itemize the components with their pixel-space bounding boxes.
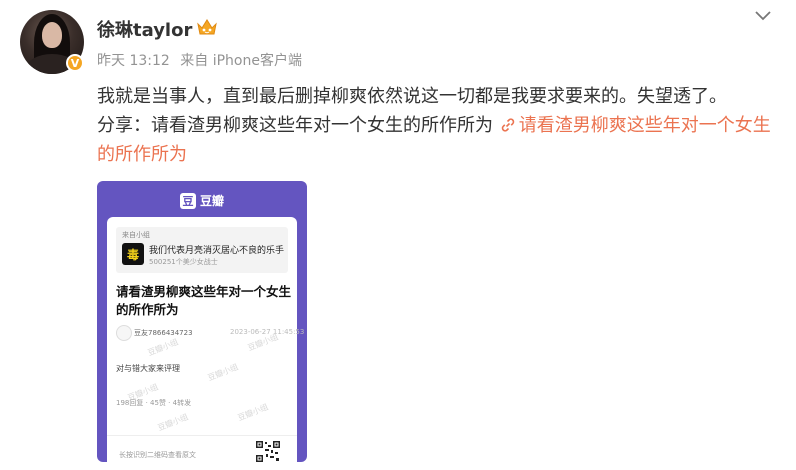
chevron-down-icon[interactable]: [754, 8, 772, 22]
watermark: 豆瓣小组: [206, 362, 240, 383]
card-post-title: 请看渣男柳爽这些年对一个女生的所作所为: [116, 284, 292, 317]
group-from: 来自小组: [122, 231, 150, 239]
group-name: 我们代表月亮消灭居心不良的乐手: [149, 246, 285, 256]
card-footer: 长按识别二维码查看原文: [107, 435, 297, 462]
watermark: 豆瓣小组: [146, 337, 180, 358]
watermark: 豆瓣小组: [156, 412, 190, 433]
card-post-stats: 198回复 · 45赞 · 4转发: [116, 399, 192, 407]
share-prefix: 分享：请看渣男柳爽这些年对一个女生的所作所为: [97, 115, 493, 136]
post-text: 我就是当事人，直到最后删掉柳爽依然说这一切都是我要求要来的。失望透了。: [97, 86, 727, 107]
post-content: 我就是当事人，直到最后删掉柳爽依然说这一切都是我要求要来的。失望透了。 分享：请…: [97, 82, 777, 169]
post-time[interactable]: 昨天 13:12: [97, 53, 170, 69]
share-line: 分享：请看渣男柳爽这些年对一个女生的所作所为 请看渣男柳爽这些年对一个女生的所作…: [97, 111, 777, 169]
crown-icon: [197, 19, 217, 35]
verified-badge-icon: V: [66, 54, 84, 72]
card-author: 豆友7866434723: [134, 329, 193, 337]
author-name[interactable]: 徐琳taylor: [97, 16, 192, 42]
douban-logo-icon: 豆: [179, 192, 196, 209]
group-member-count: 500251个美少女战士: [149, 258, 218, 266]
post-source: 来自 iPhone客户端: [180, 53, 302, 69]
post-meta: 昨天 13:12 来自 iPhone客户端: [97, 50, 308, 70]
qr-code-icon: [255, 440, 281, 462]
card-brand-name: 豆瓣: [199, 194, 224, 208]
card-post-body: 对与错大家来评理: [116, 364, 180, 373]
card-footer-text: 长按识别二维码查看原文: [119, 451, 196, 459]
card-inner: 来自小组 毒 我们代表月亮消灭居心不良的乐手 500251个美少女战士 请看渣男…: [107, 217, 304, 462]
group-box: 来自小组 毒 我们代表月亮消灭居心不良的乐手 500251个美少女战士: [116, 227, 288, 273]
card-brand: 豆 豆瓣: [97, 192, 307, 209]
link-icon: [501, 118, 514, 132]
avatar-face: [42, 22, 62, 48]
group-logo: 毒: [122, 243, 144, 265]
shared-image-card[interactable]: 豆 豆瓣 来自小组 毒 我们代表月亮消灭居心不良的乐手 500251个美少女战士…: [97, 181, 307, 462]
watermark: 豆瓣小组: [236, 402, 270, 423]
card-author-avatar: [116, 325, 132, 341]
